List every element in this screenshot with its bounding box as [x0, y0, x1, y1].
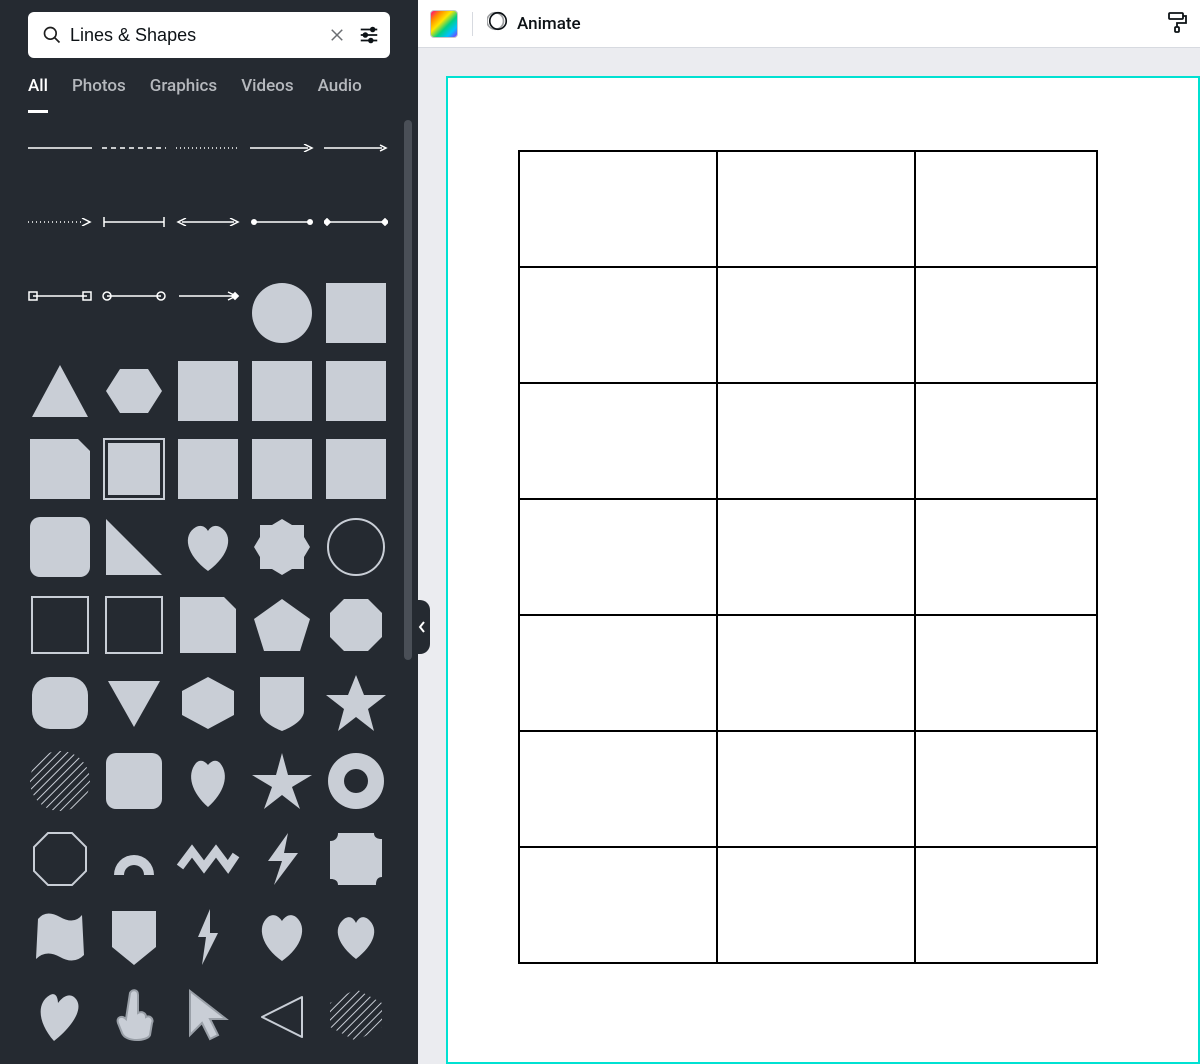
- shape-heart[interactable]: [176, 515, 240, 579]
- search-icon: [42, 25, 62, 45]
- shape-line-circle-ends[interactable]: [102, 281, 166, 311]
- shape-shield-2[interactable]: [102, 905, 166, 969]
- canvas-page[interactable]: [446, 76, 1200, 1064]
- shape-line-dotted[interactable]: [176, 133, 240, 163]
- shape-square-outline-2[interactable]: [102, 593, 166, 657]
- shape-hexagon[interactable]: [102, 359, 166, 423]
- animate-button[interactable]: Animate: [487, 10, 581, 37]
- clear-icon[interactable]: [328, 26, 346, 44]
- tab-videos[interactable]: Videos: [241, 76, 293, 113]
- shape-heart-3[interactable]: [324, 905, 388, 969]
- shape-square-5[interactable]: [176, 437, 240, 501]
- shape-octagon[interactable]: [324, 593, 388, 657]
- shape-square-7[interactable]: [324, 437, 388, 501]
- shape-rounded-square-2[interactable]: [102, 749, 166, 813]
- shape-heart-long[interactable]: [176, 749, 240, 813]
- shape-star-outline[interactable]: [250, 749, 314, 813]
- shape-pentagon[interactable]: [250, 593, 314, 657]
- shape-circle-filled[interactable]: [250, 281, 314, 345]
- shape-arc[interactable]: [102, 827, 166, 891]
- shape-square-4[interactable]: [324, 359, 388, 423]
- color-picker-button[interactable]: [430, 10, 458, 38]
- shape-triangle-down[interactable]: [102, 671, 166, 735]
- animate-label: Animate: [517, 14, 581, 34]
- shape-zigzag[interactable]: [176, 827, 240, 891]
- shape-line-diamond-ends[interactable]: [324, 207, 388, 237]
- shape-lightning[interactable]: [250, 827, 314, 891]
- shape-dotted-arrow[interactable]: [28, 207, 92, 237]
- shape-line-dashed[interactable]: [102, 133, 166, 163]
- shape-line-square-ends[interactable]: [28, 281, 92, 311]
- canvas-area[interactable]: [418, 48, 1200, 1064]
- tab-audio[interactable]: Audio: [318, 76, 362, 113]
- shape-square-filled[interactable]: [324, 281, 388, 345]
- tab-photos[interactable]: Photos: [72, 76, 126, 113]
- shape-bolt[interactable]: [176, 905, 240, 969]
- shape-octagon-outline[interactable]: [28, 827, 92, 891]
- shape-notched-square[interactable]: [324, 827, 388, 891]
- shape-circle-outline[interactable]: [324, 515, 388, 579]
- shape-seal[interactable]: [250, 515, 314, 579]
- shape-square-2[interactable]: [176, 359, 240, 423]
- tab-graphics[interactable]: Graphics: [150, 76, 217, 113]
- search-input[interactable]: [70, 25, 322, 46]
- shape-double-arrow[interactable]: [176, 207, 240, 237]
- shape-wavy-square[interactable]: [28, 905, 92, 969]
- shape-hatched-circle[interactable]: [28, 749, 92, 813]
- shape-line-bar-ends[interactable]: [102, 207, 166, 237]
- search-bar: [28, 12, 390, 58]
- shape-square-outline[interactable]: [28, 593, 92, 657]
- toolbar: Animate: [418, 0, 1200, 48]
- shape-line-solid[interactable]: [28, 133, 92, 163]
- shape-play-triangle[interactable]: [250, 983, 314, 1047]
- tab-all[interactable]: All: [28, 76, 48, 113]
- shape-hexagon-2[interactable]: [176, 671, 240, 735]
- shape-arrow-thin[interactable]: [324, 133, 388, 163]
- styles-button[interactable]: [1164, 10, 1188, 38]
- shape-folded-corner[interactable]: [28, 437, 92, 501]
- shape-pointer-hand[interactable]: [102, 983, 166, 1047]
- shape-line-arrow-square[interactable]: [176, 281, 240, 311]
- shape-arrow-right[interactable]: [250, 133, 314, 163]
- shape-hatched-hexagon[interactable]: [324, 983, 388, 1047]
- shape-square-3[interactable]: [250, 359, 314, 423]
- shape-heart-tilt[interactable]: [28, 983, 92, 1047]
- shape-cursor[interactable]: [176, 983, 240, 1047]
- sidebar: All Photos Graphics Videos Audio: [0, 0, 418, 1064]
- shape-star-5[interactable]: [324, 671, 388, 735]
- shape-clip-corner[interactable]: [176, 593, 240, 657]
- filter-icon[interactable]: [358, 24, 380, 46]
- shape-squircle[interactable]: [28, 671, 92, 735]
- tabs: All Photos Graphics Videos Audio: [0, 58, 418, 113]
- main-area: Animate: [418, 0, 1200, 1064]
- shape-heart-2[interactable]: [250, 905, 314, 969]
- shape-shield[interactable]: [250, 671, 314, 735]
- shape-line-dot-ends[interactable]: [250, 207, 314, 237]
- toolbar-divider: [472, 12, 473, 36]
- shapes-results[interactable]: [0, 113, 418, 1064]
- shape-donut[interactable]: [324, 749, 388, 813]
- animate-icon: [487, 10, 509, 37]
- shape-square-bordered[interactable]: [102, 437, 166, 501]
- shape-rounded-square[interactable]: [28, 515, 92, 579]
- canvas-grid-element[interactable]: [518, 150, 1098, 964]
- shape-right-triangle[interactable]: [102, 515, 166, 579]
- shape-triangle[interactable]: [28, 359, 92, 423]
- sidebar-scrollbar[interactable]: [404, 120, 412, 660]
- shape-square-6[interactable]: [250, 437, 314, 501]
